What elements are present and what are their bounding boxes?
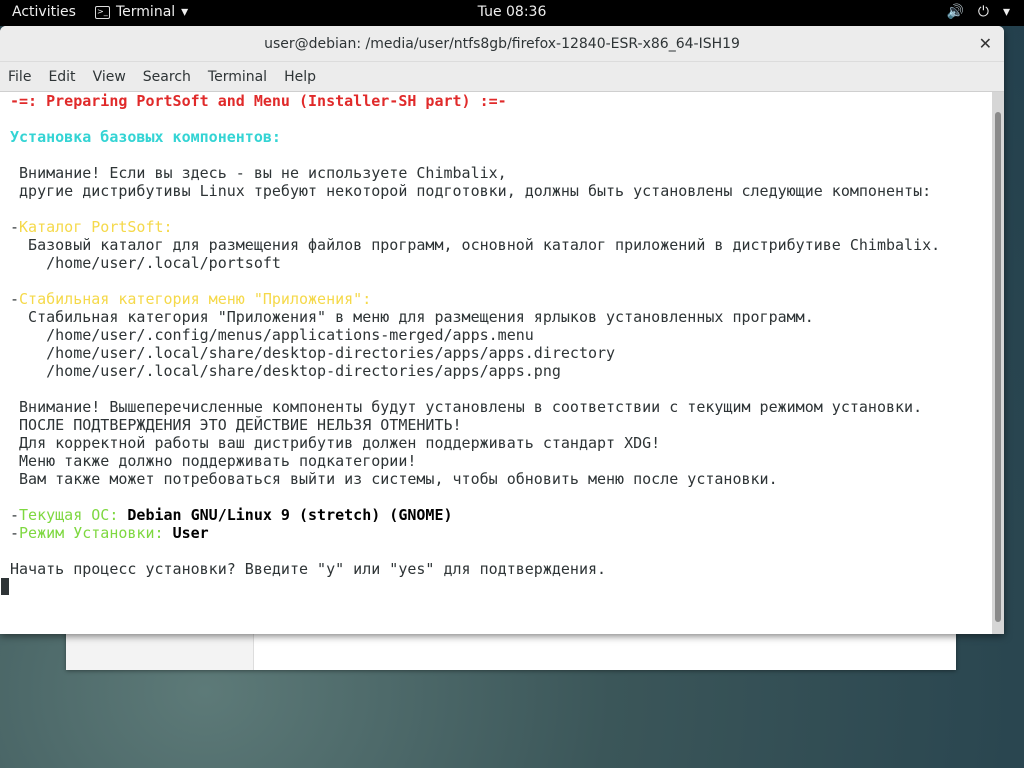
- terminal-icon: >_: [95, 5, 110, 19]
- terminal-window: user@debian: /media/user/ntfs8gb/firefox…: [0, 26, 1004, 634]
- cursor: [1, 578, 9, 595]
- terminal-text: Внимание! Если вы здесь - вы не использу…: [10, 164, 507, 182]
- terminal-line: Вам также может потребоваться выйти из с…: [10, 470, 992, 488]
- terminal-line: /home/user/.local/share/desktop-director…: [10, 344, 992, 362]
- menu-search[interactable]: Search: [143, 62, 191, 91]
- chevron-down-icon: ▾: [181, 4, 189, 20]
- terminal-text: Стабильная категория меню "Приложения":: [19, 290, 372, 308]
- title-bar[interactable]: user@debian: /media/user/ntfs8gb/firefox…: [0, 26, 1004, 62]
- terminal-line: Начать процесс установки? Введите "y" ил…: [10, 560, 992, 578]
- terminal-text: другие дистрибутивы Linux требуют некото…: [10, 182, 932, 200]
- scrollbar-thumb[interactable]: [995, 112, 1001, 622]
- terminal-text: Для корректной работы ваш дистрибутив до…: [10, 434, 661, 452]
- terminal-text: Меню также должно поддерживать подкатего…: [10, 452, 417, 470]
- clock[interactable]: Tue 08:36: [478, 4, 547, 20]
- terminal-text: Вам также может потребоваться выйти из с…: [10, 470, 778, 488]
- terminal-text: -: [10, 524, 20, 542]
- top-bar: Activities >_ Terminal ▾ Tue 08:36 🔊 ⏻ ▾: [0, 0, 1024, 26]
- terminal-line: Для корректной работы ваш дистрибутив до…: [10, 434, 992, 452]
- menu-edit[interactable]: Edit: [48, 62, 75, 91]
- terminal-text: Каталог PortSoft:: [19, 218, 173, 236]
- terminal-text: /home/user/.local/share/desktop-director…: [10, 362, 561, 380]
- terminal-text: Стабильная категория "Приложения" в меню…: [10, 308, 814, 326]
- chevron-down-icon: ▾: [1002, 4, 1010, 20]
- terminal-line: Меню также должно поддерживать подкатего…: [10, 452, 992, 470]
- terminal-line: -Режим Установки: User: [10, 524, 992, 542]
- terminal-text: User: [172, 524, 209, 542]
- terminal-text: Режим Установки:: [19, 524, 173, 542]
- terminal-text: Внимание! Вышеперечисленные компоненты б…: [10, 398, 923, 416]
- terminal-text: /home/user/.config/menus/applications-me…: [10, 326, 534, 344]
- terminal-line: -=: Preparing PortSoft and Menu (Install…: [10, 92, 992, 110]
- terminal-line: -Текущая ОС: Debian GNU/Linux 9 (stretch…: [10, 506, 992, 524]
- menu-terminal[interactable]: Terminal: [208, 62, 267, 91]
- terminal-text: -: [10, 290, 20, 308]
- menu-view[interactable]: View: [93, 62, 126, 91]
- activities-button[interactable]: Activities: [12, 4, 76, 20]
- terminal-line: -Каталог PortSoft:: [10, 218, 992, 236]
- app-menu-button[interactable]: >_ Terminal ▾: [95, 4, 188, 20]
- terminal-line: Внимание! Вышеперечисленные компоненты б…: [10, 398, 992, 416]
- menu-bar: File Edit View Search Terminal Help: [0, 62, 1004, 92]
- terminal-line: -Стабильная категория меню "Приложения":: [10, 290, 992, 308]
- terminal-line: Внимание! Если вы здесь - вы не использу…: [10, 164, 992, 182]
- terminal-text: -=: Preparing PortSoft and Menu (Install…: [10, 92, 507, 110]
- scrollbar[interactable]: [992, 92, 1004, 634]
- terminal-text: -: [10, 218, 20, 236]
- volume-icon: 🔊: [946, 4, 964, 20]
- app-name: Terminal: [116, 4, 176, 20]
- terminal-line: Базовый каталог для размещения файлов пр…: [10, 236, 992, 254]
- terminal-line: /home/user/.config/menus/applications-me…: [10, 326, 992, 344]
- terminal-line: ПОСЛЕ ПОДТВЕРЖДЕНИЯ ЭТО ДЕЙСТВИЕ НЕЛЬЗЯ …: [10, 416, 992, 434]
- terminal-output[interactable]: -=: Preparing PortSoft and Menu (Install…: [0, 92, 992, 634]
- prompt-line[interactable]: [1, 578, 992, 596]
- terminal-text: Debian GNU/Linux 9 (stretch) (GNOME): [127, 506, 453, 524]
- terminal-text: Начать процесс установки? Введите "y" ил…: [10, 560, 607, 578]
- terminal-line: Установка базовых компонентов:: [10, 128, 992, 146]
- window-title: user@debian: /media/user/ntfs8gb/firefox…: [264, 36, 740, 52]
- menu-help[interactable]: Help: [284, 62, 316, 91]
- close-button[interactable]: ✕: [979, 26, 992, 62]
- terminal-line: /home/user/.local/portsoft: [10, 254, 992, 272]
- terminal-line: другие дистрибутивы Linux требуют некото…: [10, 182, 992, 200]
- terminal-text: /home/user/.local/portsoft: [10, 254, 281, 272]
- terminal-text: Базовый каталог для размещения файлов пр…: [10, 236, 941, 254]
- terminal-line: Стабильная категория "Приложения" в меню…: [10, 308, 992, 326]
- terminal-text: ПОСЛЕ ПОДТВЕРЖДЕНИЯ ЭТО ДЕЙСТВИЕ НЕЛЬЗЯ …: [10, 416, 462, 434]
- terminal-text: Установка базовых компонентов:: [10, 128, 281, 146]
- terminal-line: /home/user/.local/share/desktop-director…: [10, 362, 992, 380]
- system-menu[interactable]: 🔊 ⏻ ▾: [946, 4, 1010, 20]
- terminal-text: /home/user/.local/share/desktop-director…: [10, 344, 616, 362]
- terminal-text: -: [10, 506, 20, 524]
- terminal-text: Текущая ОС:: [19, 506, 128, 524]
- menu-file[interactable]: File: [8, 62, 31, 91]
- power-icon: ⏻: [977, 4, 989, 20]
